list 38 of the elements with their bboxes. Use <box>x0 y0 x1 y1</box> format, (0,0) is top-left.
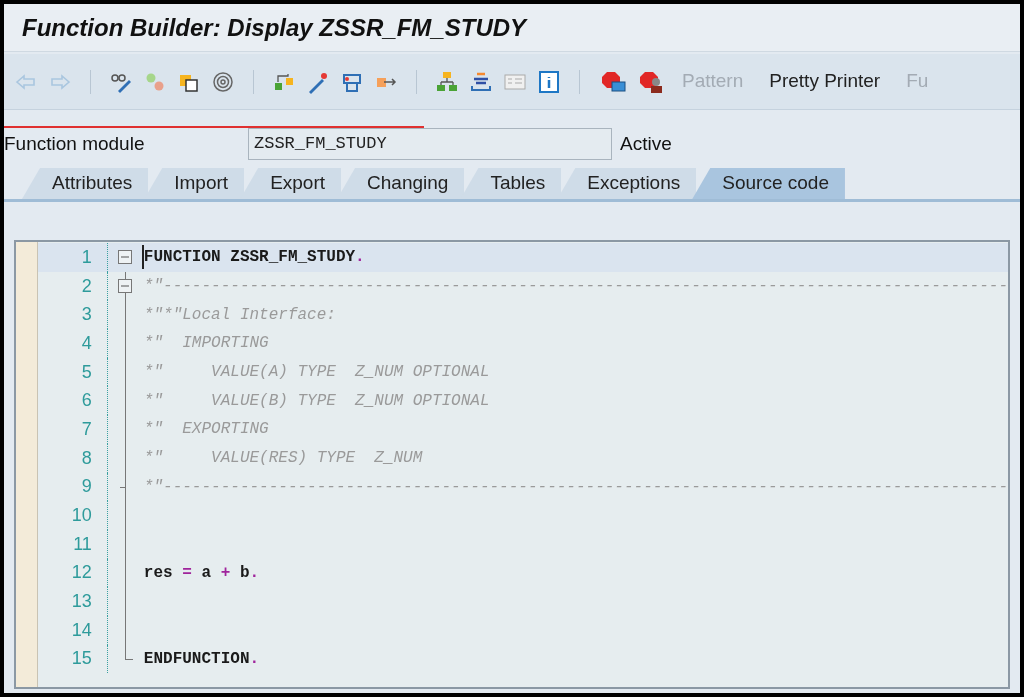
line-number: 8 <box>80 446 93 470</box>
line-number: 1 <box>80 245 93 269</box>
toolbar-text-button[interactable]: Pretty Printer <box>761 63 889 100</box>
line-number: 6 <box>80 389 93 413</box>
tab[interactable]: Attributes <box>22 168 149 199</box>
line-number: 7 <box>80 417 93 441</box>
code-line: *" VALUE(A) TYPE Z_NUM OPTIONAL <box>143 363 490 382</box>
line-number: 3 <box>80 303 93 327</box>
line-number: 5 <box>80 360 93 384</box>
line-number: 14 <box>70 618 93 642</box>
line-number: 4 <box>80 331 93 355</box>
line-number: 9 <box>80 475 93 499</box>
code-line: FUNCTION ZSSR_FM_STUDY. <box>143 248 365 267</box>
code-line: res = a + b. <box>143 563 260 582</box>
status-text: Active <box>620 131 672 156</box>
window-title: Function Builder: Display ZSSR_FM_STUDY <box>22 12 527 43</box>
line-number: 2 <box>80 274 93 298</box>
code-line: ENDFUNCTION. <box>143 649 260 668</box>
tab[interactable]: Source code <box>692 168 845 199</box>
org-chart-icon[interactable] <box>435 69 459 94</box>
code-line: *" IMPORTING <box>143 334 269 353</box>
function-module-field[interactable]: ZSSR_FM_STUDY <box>248 128 612 160</box>
line-number: 13 <box>70 590 93 614</box>
line-number: 10 <box>70 504 93 528</box>
collapse-icon[interactable] <box>117 279 132 294</box>
line-number: 15 <box>70 647 93 671</box>
collapse-icon[interactable] <box>117 250 132 265</box>
field-label: Function module <box>4 131 146 156</box>
spiral-icon[interactable] <box>211 69 235 94</box>
code-line: *" VALUE(RES) TYPE Z_NUM <box>143 449 423 468</box>
info-icon[interactable] <box>537 69 561 94</box>
code-line: *"*"Local Interface: <box>143 305 336 324</box>
code-line: *" VALUE(B) TYPE Z_NUM OPTIONAL <box>143 391 490 410</box>
line-number: 12 <box>70 561 93 585</box>
code-line: *" EXPORTING <box>143 420 269 439</box>
code-line: *"---------------------------------------------------------------------------------------- <box>143 477 1008 496</box>
code-line: *"---------------------------------------------------------------------------------------- <box>143 277 1008 296</box>
line-number: 11 <box>72 532 93 556</box>
